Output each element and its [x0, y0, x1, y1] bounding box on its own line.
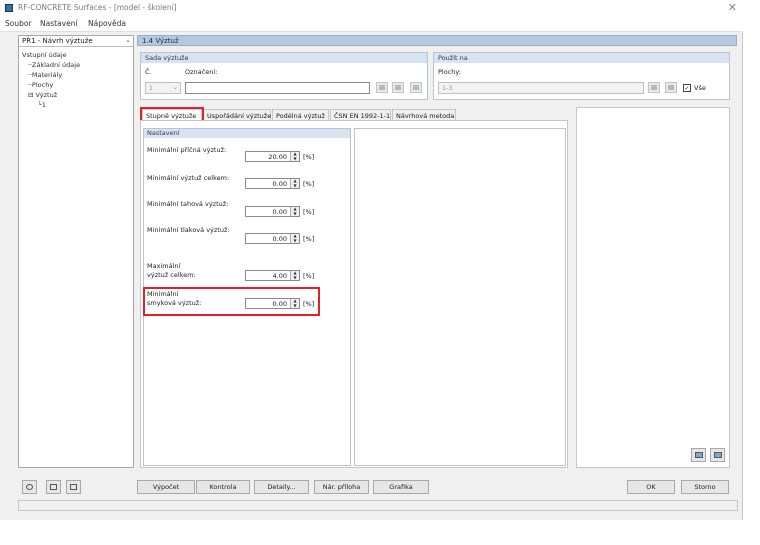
- page-title: 1.4 Výztuž: [137, 35, 737, 46]
- copy-set-button[interactable]: [392, 82, 404, 93]
- national-annex-button[interactable]: Nár. příloha: [314, 480, 369, 494]
- import-icon: [714, 452, 722, 458]
- menu-nastaveni[interactable]: Nastavení: [40, 19, 78, 28]
- tree-item-vstupni-udaje[interactable]: Vstupní údaje: [22, 50, 80, 60]
- menu-bar: Soubor Nastavení Nápověda: [0, 16, 743, 32]
- tree-item-vyztuz-1[interactable]: └1: [22, 100, 80, 110]
- delete-icon: [413, 85, 419, 90]
- min-total-label: Minimální výztuž celkem:: [147, 174, 230, 182]
- new-icon: [379, 85, 385, 90]
- set-number-select[interactable]: 1 ⌄: [145, 82, 181, 94]
- min-tension-input[interactable]: 0.00 ▲ ▼: [245, 206, 300, 217]
- select-surfaces-button[interactable]: [648, 82, 660, 93]
- info-panel: [354, 128, 566, 466]
- apply-to-group: Použít na Plochy: 1-3 ✓ Vše: [433, 52, 730, 100]
- menu-soubor[interactable]: Soubor: [5, 19, 32, 28]
- tree-item-plochy[interactable]: ┈Plochy: [22, 80, 80, 90]
- export-icon: [695, 452, 703, 458]
- spinner-icon[interactable]: ▲ ▼: [290, 233, 299, 243]
- min-compression-label: Minimální tlaková výztuž:: [147, 226, 230, 234]
- navigator-tree: Vstupní údaje ┈Základní údaje ┈Materiály…: [22, 50, 80, 110]
- chevron-down-icon: ⌄: [172, 83, 178, 91]
- delete-set-button[interactable]: [410, 82, 422, 93]
- min-shear-highlight: [143, 287, 320, 316]
- all-label: Vše: [694, 84, 706, 92]
- reinforcement-set-title: Sada výztuže: [141, 53, 427, 63]
- previous-icon: [50, 484, 57, 490]
- preview-export-button[interactable]: [691, 448, 706, 462]
- tree-item-materialy[interactable]: ┈Materiály: [22, 70, 80, 80]
- clear-icon: [668, 85, 674, 90]
- close-icon[interactable]: ✕: [728, 1, 737, 14]
- surfaces-label: Plochy:: [438, 68, 461, 76]
- collapse-icon[interactable]: ⊟: [28, 91, 33, 99]
- all-checkbox[interactable]: ✓: [683, 84, 691, 92]
- surfaces-input[interactable]: 1-3: [438, 82, 644, 94]
- settings-title: Nastavení: [144, 129, 350, 138]
- title-bar: RF-CONCRETE Surfaces - [model - školení]…: [0, 0, 743, 16]
- min-tension-label: Minimální tahová výztuž:: [147, 200, 229, 208]
- menu-napoveda[interactable]: Nápověda: [88, 19, 126, 28]
- max-total-input[interactable]: 4.00 ▲ ▼: [245, 270, 300, 281]
- ok-button[interactable]: OK: [627, 480, 675, 494]
- preview-import-button[interactable]: [710, 448, 725, 462]
- min-transverse-unit: [%]: [303, 153, 315, 161]
- min-compression-input[interactable]: 0.00 ▲ ▼: [245, 233, 300, 244]
- set-number-label: Č.: [145, 68, 152, 76]
- tree-item-zakladni-udaje[interactable]: ┈Základní údaje: [22, 60, 80, 70]
- calculate-button[interactable]: Výpočet: [137, 480, 195, 494]
- status-bar: [18, 500, 738, 511]
- apply-to-title: Použít na: [434, 53, 729, 63]
- navigator-pane: PŘ1 - Návrh výztuže ⌄ Vstupní údaje ┈Zák…: [18, 35, 134, 468]
- window-title: RF-CONCRETE Surfaces - [model - školení]: [18, 3, 177, 12]
- tree-item-vyztuz[interactable]: ⊟ Výztuž: [22, 90, 80, 100]
- case-select-value: PŘ1 - Návrh výztuže: [22, 37, 93, 45]
- spinner-icon[interactable]: ▲ ▼: [290, 270, 299, 280]
- set-name-input[interactable]: [185, 82, 370, 94]
- chevron-down-icon[interactable]: ⌄: [125, 36, 131, 44]
- cancel-button[interactable]: Storno: [681, 480, 729, 494]
- min-compression-unit: [%]: [303, 235, 315, 243]
- details-button[interactable]: Detaily...: [254, 480, 309, 494]
- clear-surfaces-button[interactable]: [665, 82, 677, 93]
- case-select[interactable]: PŘ1 - Návrh výztuže ⌄: [19, 36, 133, 47]
- min-transverse-input[interactable]: 20.00 ▲ ▼: [245, 151, 300, 162]
- min-total-unit: [%]: [303, 180, 315, 188]
- next-icon: [70, 484, 77, 490]
- graphics-button[interactable]: Grafika: [373, 480, 429, 494]
- select-surfaces-icon: [651, 85, 657, 90]
- preview-panel: [576, 107, 730, 468]
- new-set-button[interactable]: [376, 82, 388, 93]
- help-icon: [26, 484, 33, 490]
- spinner-icon[interactable]: ▲ ▼: [290, 206, 299, 216]
- copy-icon: [395, 85, 401, 90]
- max-total-unit: [%]: [303, 272, 315, 280]
- previous-button[interactable]: [46, 480, 61, 494]
- reinforcement-set-group: Sada výztuže Č. Označení: 1 ⌄: [140, 52, 428, 100]
- spinner-icon[interactable]: ▲ ▼: [290, 151, 299, 161]
- next-button[interactable]: [66, 480, 81, 494]
- max-total-label-2: výztuž celkem:: [147, 271, 196, 279]
- application-window: RF-CONCRETE Surfaces - [model - školení]…: [0, 0, 743, 520]
- help-button[interactable]: [22, 480, 37, 494]
- set-name-label: Označení:: [185, 68, 218, 76]
- check-button[interactable]: Kontrola: [196, 480, 250, 494]
- min-total-input[interactable]: 0.00 ▲ ▼: [245, 178, 300, 189]
- spinner-icon[interactable]: ▲ ▼: [290, 178, 299, 188]
- min-tension-unit: [%]: [303, 208, 315, 216]
- app-icon: [5, 4, 13, 12]
- min-transverse-label: Minimální příčná výztuž:: [147, 146, 227, 154]
- max-total-label-1: Maximální: [147, 262, 181, 270]
